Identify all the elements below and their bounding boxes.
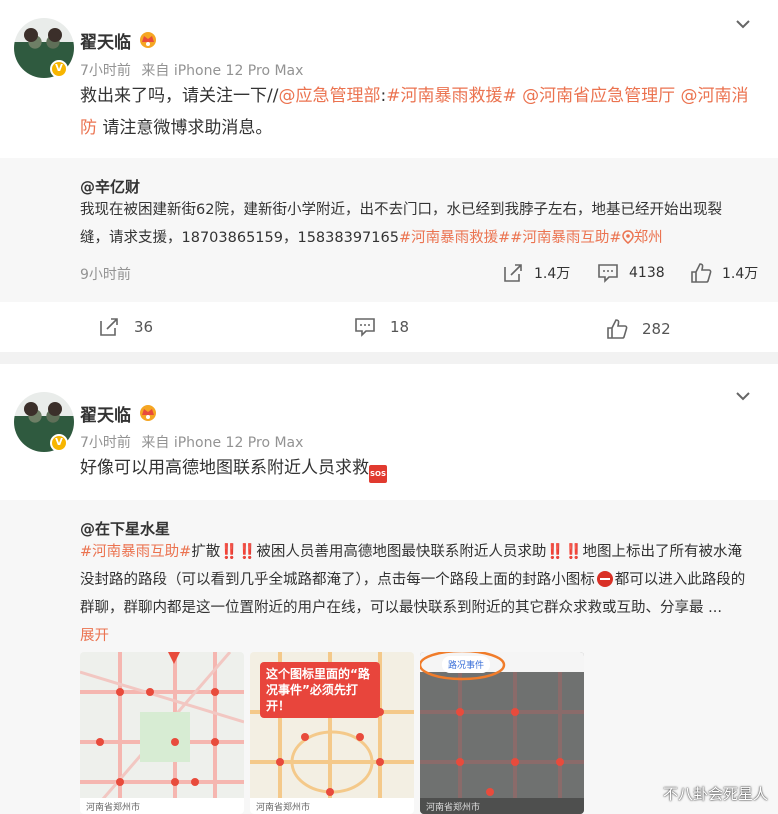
repost-author[interactable]: @在下星水星 [80,518,170,539]
content-text: 请注意微博求助消息。 [97,118,273,138]
crown-icon [140,32,156,48]
repost-text: #河南暴雨互助#扩散‼️‼️被困人员善用高德地图最快联系附近人员求助‼️‼️地图… [80,538,756,650]
post-content: 好像可以用高德地图联系附近人员求救SOS [80,452,760,484]
chevron-down-icon[interactable] [735,16,751,32]
image-thumbnail-1[interactable]: 河南省郑州市 [80,652,244,814]
reposted-weibo[interactable]: @辛亿财 我现在被困建新街62院，建新街小学附近，出不去门口，水已经到我脖子左右… [0,158,778,302]
repost-comment-stat[interactable]: 4138 [597,262,665,284]
username[interactable]: 翟天临 [80,401,131,426]
post-meta: 7小时前 来自 iPhone 12 Pro Max [80,60,309,80]
crown-icon [140,405,156,421]
post-card-1: V 翟天临 7小时前 来自 iPhone 12 Pro Max 救出来了吗，请关… [0,0,778,352]
post-card-2: V 翟天临 7小时前 来自 iPhone 12 Pro Max 好像可以用高德地… [0,364,778,814]
verified-badge-icon: V [50,434,68,452]
expand-link[interactable]: 展开 [80,628,109,644]
post-source: 来自 iPhone 12 Pro Max [141,435,304,451]
hashtag-link[interactable]: #河南暴雨救援# [399,230,510,246]
location-link[interactable]: 郑州 [621,230,663,246]
image-callout: 这个图标里面的“路况事件”必须先打开！ [260,662,380,718]
sos-icon: SOS [369,465,387,483]
verified-badge-icon: V [50,60,68,78]
mention-link[interactable]: @河南省应急管理厅 [522,86,675,106]
share-button[interactable]: 36 [98,316,153,338]
like-icon [691,263,712,283]
like-icon [607,319,628,339]
location-text: 郑州 [633,230,663,246]
repost-author[interactable]: @辛亿财 [80,176,140,197]
comment-button[interactable]: 18 [354,316,409,338]
image-thumbnail-2[interactable]: 这个图标里面的“路况事件”必须先打开！ 河南省郑州市 [250,652,414,814]
watermark: 不八卦会死星人 [662,785,768,803]
like-count: 282 [642,320,671,338]
hashtag-link[interactable]: #河南暴雨救援# [386,86,517,106]
image-thumbnail-3[interactable]: 路况事件 河南省郑州市 [420,652,584,814]
comment-icon [598,264,618,283]
chevron-down-icon[interactable] [735,388,751,404]
username[interactable]: 翟天临 [80,28,131,53]
reposted-weibo[interactable]: @在下星水星 #河南暴雨互助#扩散‼️‼️被困人员善用高德地图最快联系附近人员求… [0,500,778,814]
content-text: 好像可以用高德地图联系附近人员求救 [80,458,369,478]
thumb-footer: 河南省郑州市 [80,798,244,814]
location-pin-icon [621,230,634,244]
repost-time[interactable]: 9小时前 [80,264,131,284]
no-entry-icon [596,571,613,587]
comment-count: 18 [390,318,410,336]
share-count: 1.4万 [534,266,571,282]
comment-count: 4138 [629,265,665,281]
hashtag-link[interactable]: #河南暴雨互助# [80,544,191,560]
map-image [80,652,244,814]
like-count: 1.4万 [722,266,759,282]
content-text: 救出来了吗，请关注一下// [80,86,279,106]
thumb-footer: 河南省郑州市 [250,798,414,814]
repost-like-stat[interactable]: 1.4万 [690,262,758,284]
like-button[interactable]: 282 [606,318,671,340]
share-count: 36 [134,318,154,336]
share-icon [504,264,522,282]
thumb-footer: 河南省郑州市 [420,798,584,814]
repost-text: 我现在被困建新街62院，建新街小学附近，出不去门口，水已经到我脖子左右，地基已经… [80,196,740,252]
image-tag: 路况事件 [442,656,491,673]
share-icon [100,318,118,336]
map-image [420,652,584,814]
post-content: 救出来了吗，请关注一下//@应急管理部:#河南暴雨救援# @河南省应急管理厅 @… [80,80,760,144]
post-meta: 7小时前 来自 iPhone 12 Pro Max [80,432,309,452]
post-time[interactable]: 7小时前 [80,63,131,79]
post-source: 来自 iPhone 12 Pro Max [141,63,304,79]
mention-link[interactable]: @应急管理部 [278,86,380,106]
hashtag-link[interactable]: #河南暴雨互助# [510,230,621,246]
comment-icon [355,318,375,337]
repost-share-stat[interactable]: 1.4万 [502,262,570,284]
post-time[interactable]: 7小时前 [80,435,131,451]
